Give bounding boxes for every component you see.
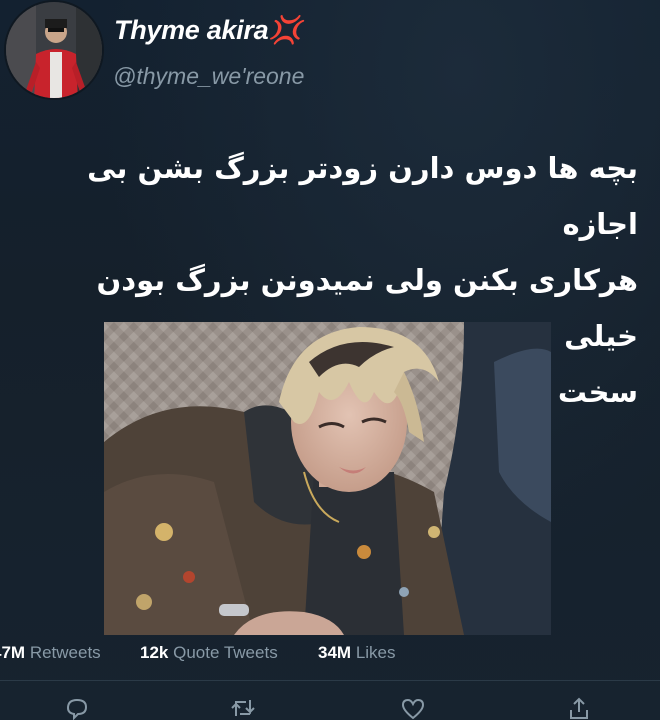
avatar-image [6, 2, 102, 98]
photo-icon [104, 322, 551, 635]
display-name[interactable]: Thyme akira💢 [114, 14, 302, 46]
likes-count: 34M [318, 643, 352, 662]
tweet-text-line: بچه ها دوس دارن زودتر بزرگ بشن بی اجازه [87, 151, 638, 241]
quotes-stat[interactable]: 12k Quote Tweets [140, 643, 278, 663]
retweets-label: Retweets [29, 643, 101, 662]
reply-icon [66, 698, 88, 720]
retweets-stat[interactable]: 47M Retweets [0, 643, 101, 663]
handle[interactable]: @thyme_we'reone [113, 63, 304, 90]
retweet-icon [231, 700, 255, 716]
likes-label: Likes [355, 643, 396, 662]
share-button[interactable] [566, 696, 592, 720]
action-bar [0, 696, 660, 720]
reply-button[interactable] [64, 696, 90, 720]
like-button[interactable] [400, 696, 426, 720]
divider [0, 680, 660, 681]
share-icon [570, 697, 588, 719]
retweets-count: 47M [0, 643, 26, 662]
retweet-button[interactable] [230, 696, 256, 720]
tweet-media-photo[interactable] [104, 322, 551, 635]
quotes-count: 12k [140, 643, 169, 662]
avatar[interactable] [4, 0, 104, 100]
likes-stat[interactable]: 34M Likes [318, 643, 396, 663]
like-icon [401, 698, 425, 720]
quotes-label: Quote Tweets [173, 643, 278, 662]
